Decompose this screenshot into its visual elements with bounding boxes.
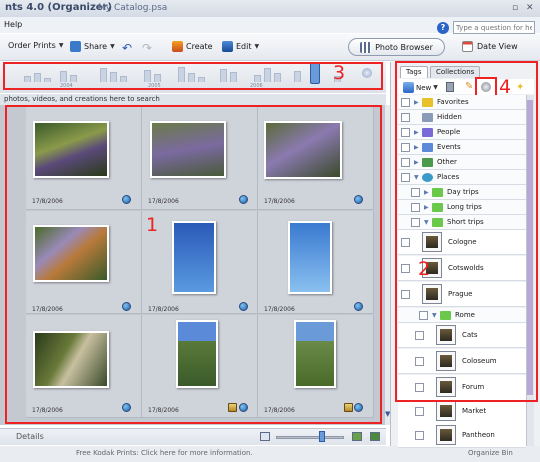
single-photo-icon[interactable] <box>370 432 380 441</box>
edit-icon <box>222 41 233 52</box>
callout-number-2: 2 <box>418 258 431 280</box>
help-search-input[interactable] <box>453 21 535 34</box>
tag-checkbox[interactable] <box>415 430 424 440</box>
chevron-down-icon: ▼ <box>110 43 115 50</box>
callout-number-1: 1 <box>146 214 159 236</box>
search-hint: photos, videos, and creations here to se… <box>0 94 386 105</box>
tag-thumbnail <box>436 401 456 421</box>
share-icon <box>70 41 81 52</box>
tag-thumbnail <box>436 425 456 445</box>
thumbnail-size-slider[interactable] <box>276 436 344 439</box>
tag-pantheon[interactable]: Pantheon <box>398 423 526 448</box>
tag-label: Market <box>462 407 487 415</box>
callout-box-tags <box>395 61 538 402</box>
tag-market[interactable]: Market <box>398 399 526 424</box>
help-icon[interactable]: ? <box>437 22 449 34</box>
catalog-name: My Catalog.psa <box>98 3 168 13</box>
bottom-hint[interactable]: Free Kodak Prints: Click here for more i… <box>0 446 540 462</box>
create-icon <box>172 41 183 52</box>
app-title: nts 4.0 (Organizer) <box>5 2 113 13</box>
details-toggle[interactable]: Details <box>16 432 44 441</box>
photo-browser-button[interactable]: Photo Browser <box>348 38 445 56</box>
redo-icon[interactable]: ↷ <box>142 41 152 55</box>
callout-number-4: 4 <box>499 76 512 98</box>
large-thumbnail-icon[interactable] <box>352 432 362 441</box>
callout-box-timeline <box>3 62 383 90</box>
tag-label: Pantheon <box>462 431 495 439</box>
share-button[interactable]: Share ▼ <box>70 41 115 52</box>
callout-box-grid <box>5 105 382 424</box>
create-button[interactable]: Create <box>172 41 213 52</box>
edit-button[interactable]: Edit ▼ <box>222 41 259 52</box>
thumbnail-size-handle[interactable] <box>319 431 325 442</box>
chevron-down-icon: ▼ <box>58 42 64 49</box>
tag-checkbox[interactable] <box>415 406 424 416</box>
menu-help[interactable]: Help <box>4 20 22 29</box>
date-view-button[interactable]: Date View <box>462 41 518 52</box>
restore-icon[interactable]: ▫ <box>512 3 518 13</box>
chevron-down-icon: ▼ <box>254 43 260 50</box>
title-bar: nts 4.0 (Organizer) My Catalog.psa ▫ ✕ <box>0 0 540 17</box>
callout-number-3: 3 <box>333 62 346 84</box>
close-icon[interactable]: ✕ <box>526 3 534 13</box>
order-prints-button[interactable]: Order Prints ▼ <box>8 41 63 50</box>
undo-icon[interactable]: ↶ <box>122 41 132 55</box>
grid-icon <box>360 41 372 53</box>
small-thumbnails-icon[interactable] <box>260 432 270 441</box>
organize-bin-toggle[interactable]: Organize Bin <box>468 449 513 457</box>
calendar-icon <box>462 41 473 52</box>
